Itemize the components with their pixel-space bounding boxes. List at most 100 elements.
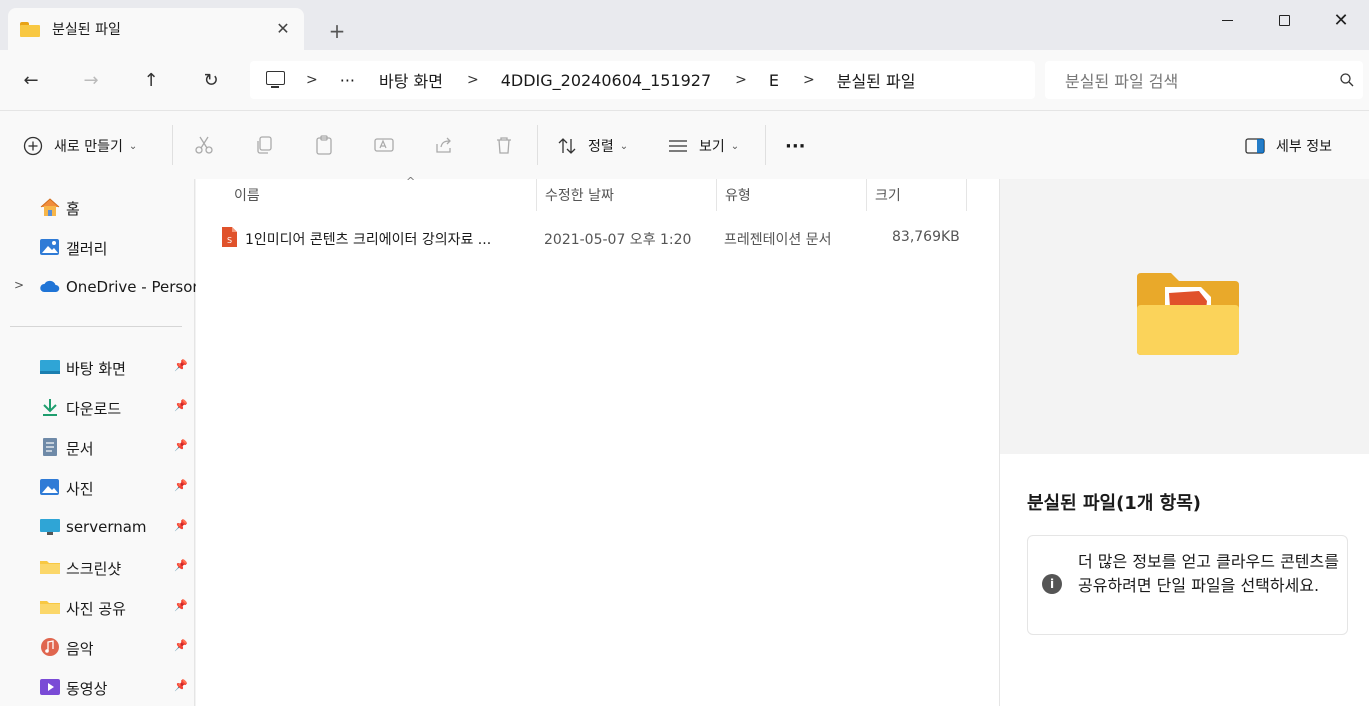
breadcrumb-lost-files[interactable]: 분실된 파일 — [837, 68, 916, 92]
divider — [765, 125, 766, 165]
search-placeholder: 분실된 파일 검색 — [1065, 72, 1179, 91]
new-button[interactable]: 새로 만들기 ⌄ — [22, 131, 137, 161]
details-pane-button[interactable]: 세부 정보 — [1244, 131, 1332, 161]
up-button[interactable]: ↑ — [135, 64, 167, 96]
rename-button[interactable] — [372, 133, 396, 157]
breadcrumb-desktop[interactable]: 바탕 화면 — [379, 68, 443, 92]
sidebar-item-documents[interactable]: 문서 📌 — [0, 430, 195, 464]
details-title: 분실된 파일(1개 항목) — [1027, 493, 1201, 514]
table-row[interactable]: S 1인미디어 콘텐츠 크리에이터 강의자료 ... 2021-05-07 오후… — [216, 221, 976, 255]
breadcrumb-separator[interactable]: > — [306, 72, 318, 88]
maximize-button[interactable] — [1256, 0, 1312, 40]
sidebar-item-pictures[interactable]: 사진 📌 — [0, 470, 195, 504]
pin-icon[interactable]: 📌 — [174, 519, 188, 532]
copy-button[interactable] — [252, 133, 276, 157]
view-button[interactable]: 보기 ⌄ — [667, 131, 739, 161]
svg-text:S: S — [227, 236, 232, 245]
sidebar-item-servernam[interactable]: servernam 📌 — [0, 510, 195, 544]
cloud-icon — [40, 280, 60, 292]
document-icon — [43, 438, 57, 456]
sidebar-item-label: 바탕 화면 — [66, 360, 126, 378]
details-pane: 분실된 파일(1개 항목) i 더 많은 정보를 얻고 클라우드 콘텐츠를 공유… — [999, 179, 1369, 706]
music-icon — [41, 638, 59, 656]
new-tab-button[interactable]: + — [326, 20, 348, 42]
breadcrumb-e[interactable]: E — [769, 71, 779, 90]
pin-icon[interactable]: 📌 — [174, 399, 188, 412]
plus-circle-icon — [23, 136, 43, 156]
file-type: 프레젠테이션 문서 — [724, 232, 832, 248]
details-pane-icon — [1245, 138, 1265, 154]
sort-button[interactable]: 정렬 ⌄ — [556, 131, 628, 161]
sidebar-item-videos[interactable]: 동영상 📌 — [0, 670, 195, 704]
search-icon[interactable] — [1339, 72, 1355, 88]
refresh-button[interactable]: ↻ — [195, 64, 227, 96]
presentation-file-icon: S — [222, 227, 237, 247]
pin-icon[interactable]: 📌 — [174, 639, 188, 652]
breadcrumb-separator[interactable]: > — [467, 72, 479, 88]
back-button[interactable]: ← — [15, 64, 47, 96]
pin-icon[interactable]: 📌 — [174, 439, 188, 452]
sidebar-item-screenshots[interactable]: 스크린샷 📌 — [0, 550, 195, 584]
desktop-icon — [40, 360, 60, 374]
pin-icon[interactable]: 📌 — [174, 679, 188, 692]
more-options-button[interactable]: ··· — [785, 131, 806, 161]
delete-button[interactable] — [492, 133, 516, 157]
tab-title: 분실된 파일 — [52, 22, 121, 38]
sidebar-item-downloads[interactable]: 다운로드 📌 — [0, 390, 195, 424]
sort-label: 정렬 — [588, 139, 614, 155]
file-name: 1인미디어 콘텐츠 크리에이터 강의자료 ... — [245, 232, 492, 248]
column-header-date[interactable]: 수정한 날짜 — [537, 179, 717, 211]
chevron-right-icon[interactable]: > — [14, 278, 24, 292]
column-header-label: 수정한 날짜 — [545, 188, 614, 204]
sidebar-item-label: 갤러리 — [66, 240, 108, 258]
share-button[interactable] — [432, 133, 456, 157]
pin-icon[interactable]: 📌 — [174, 599, 188, 612]
sidebar-item-home[interactable]: 홈 — [0, 190, 195, 224]
sidebar-item-gallery[interactable]: 갤러리 — [0, 230, 195, 264]
column-header-type[interactable]: 유형 — [717, 179, 867, 211]
folder-preview-icon — [1137, 273, 1239, 355]
close-window-button[interactable]: ✕ — [1313, 0, 1369, 40]
tab-lost-files[interactable]: 분실된 파일 ✕ — [8, 8, 304, 50]
scissors-icon — [195, 136, 213, 154]
cut-button[interactable] — [192, 133, 216, 157]
divider — [537, 125, 538, 165]
breadcrumb-separator[interactable]: > — [803, 72, 815, 88]
sidebar-divider — [10, 326, 182, 327]
file-size: 83,769KB — [892, 229, 960, 245]
breadcrumb-overflow[interactable]: ··· — [340, 71, 355, 90]
minimize-button[interactable] — [1199, 0, 1255, 40]
forward-button[interactable]: → — [75, 64, 107, 96]
sidebar-item-desktop[interactable]: 바탕 화면 📌 — [0, 350, 195, 384]
sort-ascending-icon: ^ — [406, 175, 416, 188]
maximize-icon — [1278, 14, 1290, 26]
sidebar-item-onedrive[interactable]: > OneDrive - Person — [0, 270, 202, 304]
sidebar-item-label: 사진 — [66, 480, 94, 498]
sidebar-item-label: 스크린샷 — [66, 560, 122, 578]
search-input[interactable]: 분실된 파일 검색 — [1045, 61, 1363, 99]
pin-icon[interactable]: 📌 — [174, 559, 188, 572]
folder-icon — [40, 561, 60, 574]
column-header-name[interactable]: 이름 ^ — [226, 175, 537, 211]
view-list-icon — [669, 140, 687, 152]
sidebar-item-music[interactable]: 음악 📌 — [0, 630, 195, 664]
info-text: 더 많은 정보를 얻고 클라우드 콘텐츠를 공유하려면 단일 파일을 선택하세요… — [1078, 552, 1339, 595]
sidebar-item-shared-photos[interactable]: 사진 공유 📌 — [0, 590, 195, 624]
paste-button[interactable] — [312, 133, 336, 157]
column-header-size[interactable]: 크기 — [867, 179, 967, 211]
info-icon: i — [1042, 574, 1062, 594]
address-bar[interactable]: > ··· 바탕 화면 > 4DDIG_20240604_151927 > E … — [250, 61, 1035, 99]
chevron-down-icon: ⌄ — [128, 140, 138, 152]
close-icon: ✕ — [1333, 9, 1349, 31]
share-icon — [436, 137, 451, 153]
pin-icon[interactable]: 📌 — [174, 479, 188, 492]
breadcrumb-4ddig[interactable]: 4DDIG_20240604_151927 — [501, 71, 711, 90]
breadcrumb-separator[interactable]: > — [735, 72, 747, 88]
this-pc-icon[interactable] — [264, 71, 286, 89]
navigation-pane: 홈 갤러리 > OneDrive - Person 바탕 화면 📌 다운로드 📌 — [0, 179, 202, 706]
close-tab-button[interactable]: ✕ — [274, 20, 292, 38]
gallery-icon — [40, 239, 59, 255]
video-icon — [40, 679, 60, 695]
pin-icon[interactable]: 📌 — [174, 359, 188, 372]
title-bar: 분실된 파일 ✕ + ✕ — [0, 0, 1369, 50]
